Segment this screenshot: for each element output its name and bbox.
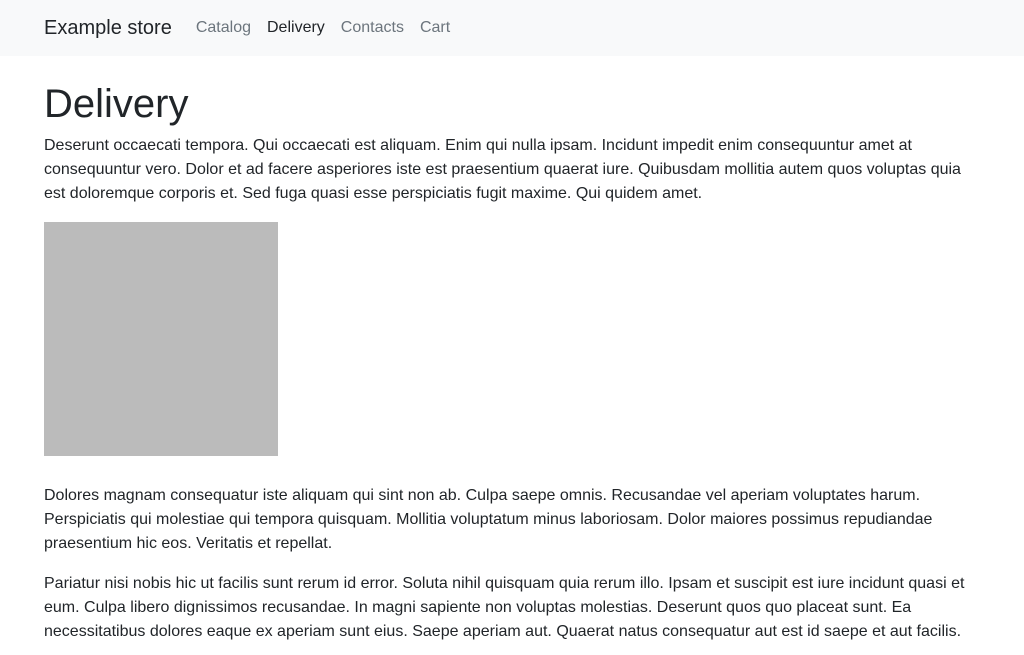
nav-link-cart[interactable]: Cart — [420, 19, 450, 37]
nav-link-catalog[interactable]: Catalog — [196, 19, 251, 37]
body-paragraph-2: Pariatur nisi nobis hic ut facilis sunt … — [44, 575, 965, 640]
main-content: Delivery Deserunt occaecati tempora. Qui… — [0, 80, 1024, 644]
page-title: Delivery — [44, 82, 189, 126]
nav-link-delivery[interactable]: Delivery — [267, 19, 325, 37]
top-navbar: Example store Catalog Delivery Contacts … — [0, 0, 1024, 56]
placeholder-image — [44, 222, 278, 456]
nav-link-contacts[interactable]: Contacts — [341, 19, 404, 37]
body-paragraph-1: Dolores magnam consequatur iste aliquam … — [44, 487, 933, 552]
brand-link[interactable]: Example store — [44, 17, 172, 40]
intro-paragraph: Deserunt occaecati tempora. Qui occaecat… — [44, 137, 961, 202]
nav-links: Catalog Delivery Contacts Cart — [196, 19, 466, 37]
